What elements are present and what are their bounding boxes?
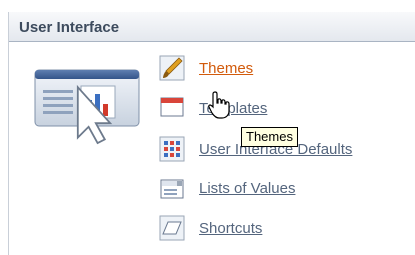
grid-table-icon [159, 136, 185, 162]
panel-title: User Interface [19, 19, 120, 36]
lists-of-values-link[interactable]: Lists of Values [199, 180, 295, 197]
tooltip: Themes [241, 127, 298, 147]
user-interface-illustration-icon [34, 69, 140, 145]
template-window-icon [160, 97, 184, 117]
paintbrush-icon [159, 55, 185, 81]
list-dropdown-icon [160, 179, 184, 199]
user-interface-panel: User Interface Themes Templates User Int… [8, 12, 415, 255]
shortcut-parallelogram-icon [159, 215, 185, 241]
shortcuts-link[interactable]: Shortcuts [199, 220, 262, 237]
themes-link[interactable]: Themes [199, 60, 253, 77]
panel-header: User Interface [9, 12, 415, 42]
hand-cursor-icon [208, 91, 230, 119]
